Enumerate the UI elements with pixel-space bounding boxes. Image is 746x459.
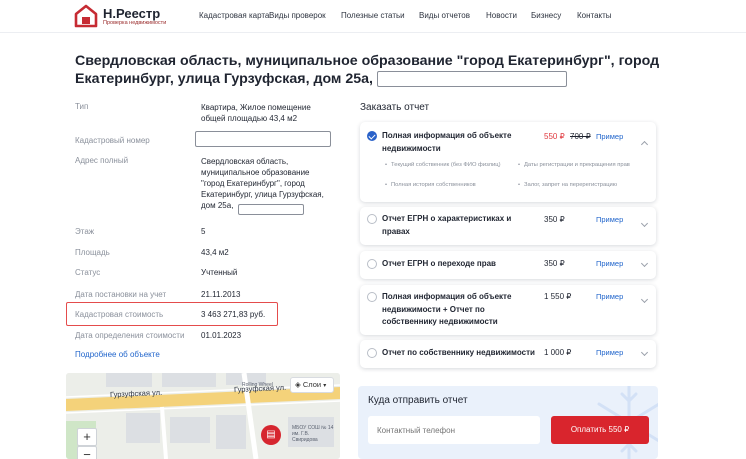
map-poi-label: Rolling Wheel bbox=[242, 382, 273, 388]
location-map[interactable]: Гурзуфская ул. Гурзуфская ул. Rolling Wh… bbox=[66, 373, 340, 459]
pay-button[interactable]: Оплатить 550 ₽ bbox=[551, 416, 649, 444]
registration-date-value: 21.11.2013 bbox=[201, 290, 241, 299]
option-radio[interactable] bbox=[367, 214, 377, 224]
status-value: Учтенный bbox=[201, 268, 238, 277]
redacted-field bbox=[376, 71, 567, 88]
option-price: 550 ₽ bbox=[544, 132, 565, 141]
nav-business[interactable]: Бизнесу bbox=[531, 11, 561, 20]
option-name: Отчет ЕГРН о переходе прав bbox=[382, 259, 496, 268]
registration-date-label: Дата постановки на учет bbox=[75, 290, 167, 299]
chevron-down-icon[interactable] bbox=[640, 348, 649, 357]
floor-value: 5 bbox=[201, 227, 206, 236]
order-section-title: Заказать отчет bbox=[360, 102, 430, 113]
option-example-link[interactable]: Пример bbox=[596, 292, 623, 301]
logo-name: Н.Реестр bbox=[103, 6, 161, 21]
valuation-date-label: Дата определения стоимости bbox=[75, 331, 185, 340]
map-location-pin-icon[interactable]: ▤ bbox=[261, 425, 281, 445]
area-label: Площадь bbox=[75, 248, 110, 257]
option-name: Полная информация об объекте недвижимост… bbox=[382, 131, 512, 153]
report-option-card[interactable]: Отчет ЕГРН о переходе прав 350 ₽ Пример bbox=[360, 251, 656, 279]
option-bullet: Текущий собственник (без ФИО физлиц) bbox=[385, 161, 501, 169]
report-option-card[interactable]: Полная информация об объекте недвижимост… bbox=[360, 122, 656, 202]
layers-label: Слои bbox=[302, 380, 322, 389]
send-report-section: Куда отправить отчет Оплатить 550 ₽ bbox=[358, 386, 658, 459]
map-poi-label: МБОУ СОШ № 14 им. Г.В. Свиридова bbox=[292, 425, 334, 443]
phone-input[interactable] bbox=[368, 416, 540, 444]
option-checkbox-checked[interactable] bbox=[367, 131, 377, 141]
address-label: Адрес полный bbox=[75, 156, 129, 165]
report-option-card[interactable]: Полная информация об объекте недвижимост… bbox=[360, 285, 656, 335]
nav-cadastral-map[interactable]: Кадастровая карта bbox=[199, 11, 269, 20]
map-layers-button[interactable]: ◈ Слои ▾ bbox=[290, 377, 334, 393]
status-label: Статус bbox=[75, 268, 101, 277]
send-section-title: Куда отправить отчет bbox=[368, 395, 468, 406]
chevron-down-icon[interactable] bbox=[640, 259, 649, 268]
cadastral-value-value: 3 463 271,83 руб. bbox=[201, 310, 266, 319]
option-radio[interactable] bbox=[367, 348, 377, 358]
option-example-link[interactable]: Пример bbox=[596, 132, 623, 141]
option-example-link[interactable]: Пример bbox=[596, 259, 623, 268]
chevron-down-icon[interactable] bbox=[640, 219, 649, 228]
type-value: Квартира, Жилое помещение общей площадью… bbox=[201, 103, 311, 123]
option-radio[interactable] bbox=[367, 292, 377, 302]
page-title: Свердловская область, муниципальное обра… bbox=[75, 52, 675, 88]
site-header: Н.Реестр Проверка недвижимости Кадастров… bbox=[0, 0, 746, 33]
option-bullet: Залог, запрет на перерегистрацию bbox=[518, 181, 642, 189]
option-name: Отчет по собственнику недвижимости bbox=[382, 348, 535, 357]
redacted-address-part bbox=[238, 204, 304, 215]
cadastral-value-label: Кадастровая стоимость bbox=[75, 310, 164, 319]
zoom-out-button[interactable]: − bbox=[77, 446, 97, 459]
nav-articles[interactable]: Полезные статьи bbox=[341, 11, 405, 20]
report-option-card[interactable]: Отчет ЕГРН о характеристиках и правах 35… bbox=[360, 207, 656, 245]
redacted-cadastral-number bbox=[195, 131, 331, 147]
site-logo[interactable]: Н.Реестр Проверка недвижимости bbox=[74, 4, 184, 30]
chevron-down-icon[interactable] bbox=[640, 295, 649, 304]
nav-contacts[interactable]: Контакты bbox=[577, 11, 612, 20]
option-old-price: 700 ₽ bbox=[570, 132, 591, 141]
option-price: 1 000 ₽ bbox=[544, 348, 572, 357]
nav-check-types[interactable]: Виды проверок bbox=[269, 11, 326, 20]
type-label: Тип bbox=[75, 102, 89, 111]
floor-label: Этаж bbox=[75, 227, 95, 236]
nav-news[interactable]: Новости bbox=[486, 11, 517, 20]
option-example-link[interactable]: Пример bbox=[596, 348, 623, 357]
chevron-down-icon: ▾ bbox=[323, 383, 327, 389]
option-radio[interactable] bbox=[367, 259, 377, 269]
option-price: 350 ₽ bbox=[544, 259, 565, 268]
chevron-up-icon[interactable] bbox=[640, 140, 649, 149]
layers-icon: ◈ bbox=[295, 380, 301, 389]
report-option-card[interactable]: Отчет по собственнику недвижимости 1 000… bbox=[360, 340, 656, 368]
house-logo-icon bbox=[74, 4, 98, 28]
option-price: 350 ₽ bbox=[544, 215, 565, 224]
option-bullet: Полная история собственников bbox=[385, 181, 511, 189]
option-example-link[interactable]: Пример bbox=[596, 215, 623, 224]
valuation-date-value: 01.01.2023 bbox=[201, 331, 242, 340]
option-name: Полная информация об объекте недвижимост… bbox=[382, 292, 512, 326]
page-title-text: Свердловская область, муниципальное обра… bbox=[75, 53, 660, 87]
cadastral-number-label: Кадастровый номер bbox=[75, 136, 150, 145]
address-value: Свердловская область, муниципальное обра… bbox=[201, 157, 324, 210]
option-name: Отчет ЕГРН о характеристиках и правах bbox=[382, 214, 512, 236]
logo-subtitle: Проверка недвижимости bbox=[103, 20, 167, 26]
option-bullet: Даты регистрации и прекращения прав bbox=[518, 161, 642, 169]
area-value: 43,4 м2 bbox=[201, 248, 229, 257]
more-details-link[interactable]: Подробнее об объекте bbox=[75, 350, 160, 359]
zoom-in-button[interactable]: + bbox=[77, 428, 97, 446]
nav-report-types[interactable]: Виды отчетов bbox=[419, 11, 470, 20]
option-price: 1 550 ₽ bbox=[544, 292, 572, 301]
